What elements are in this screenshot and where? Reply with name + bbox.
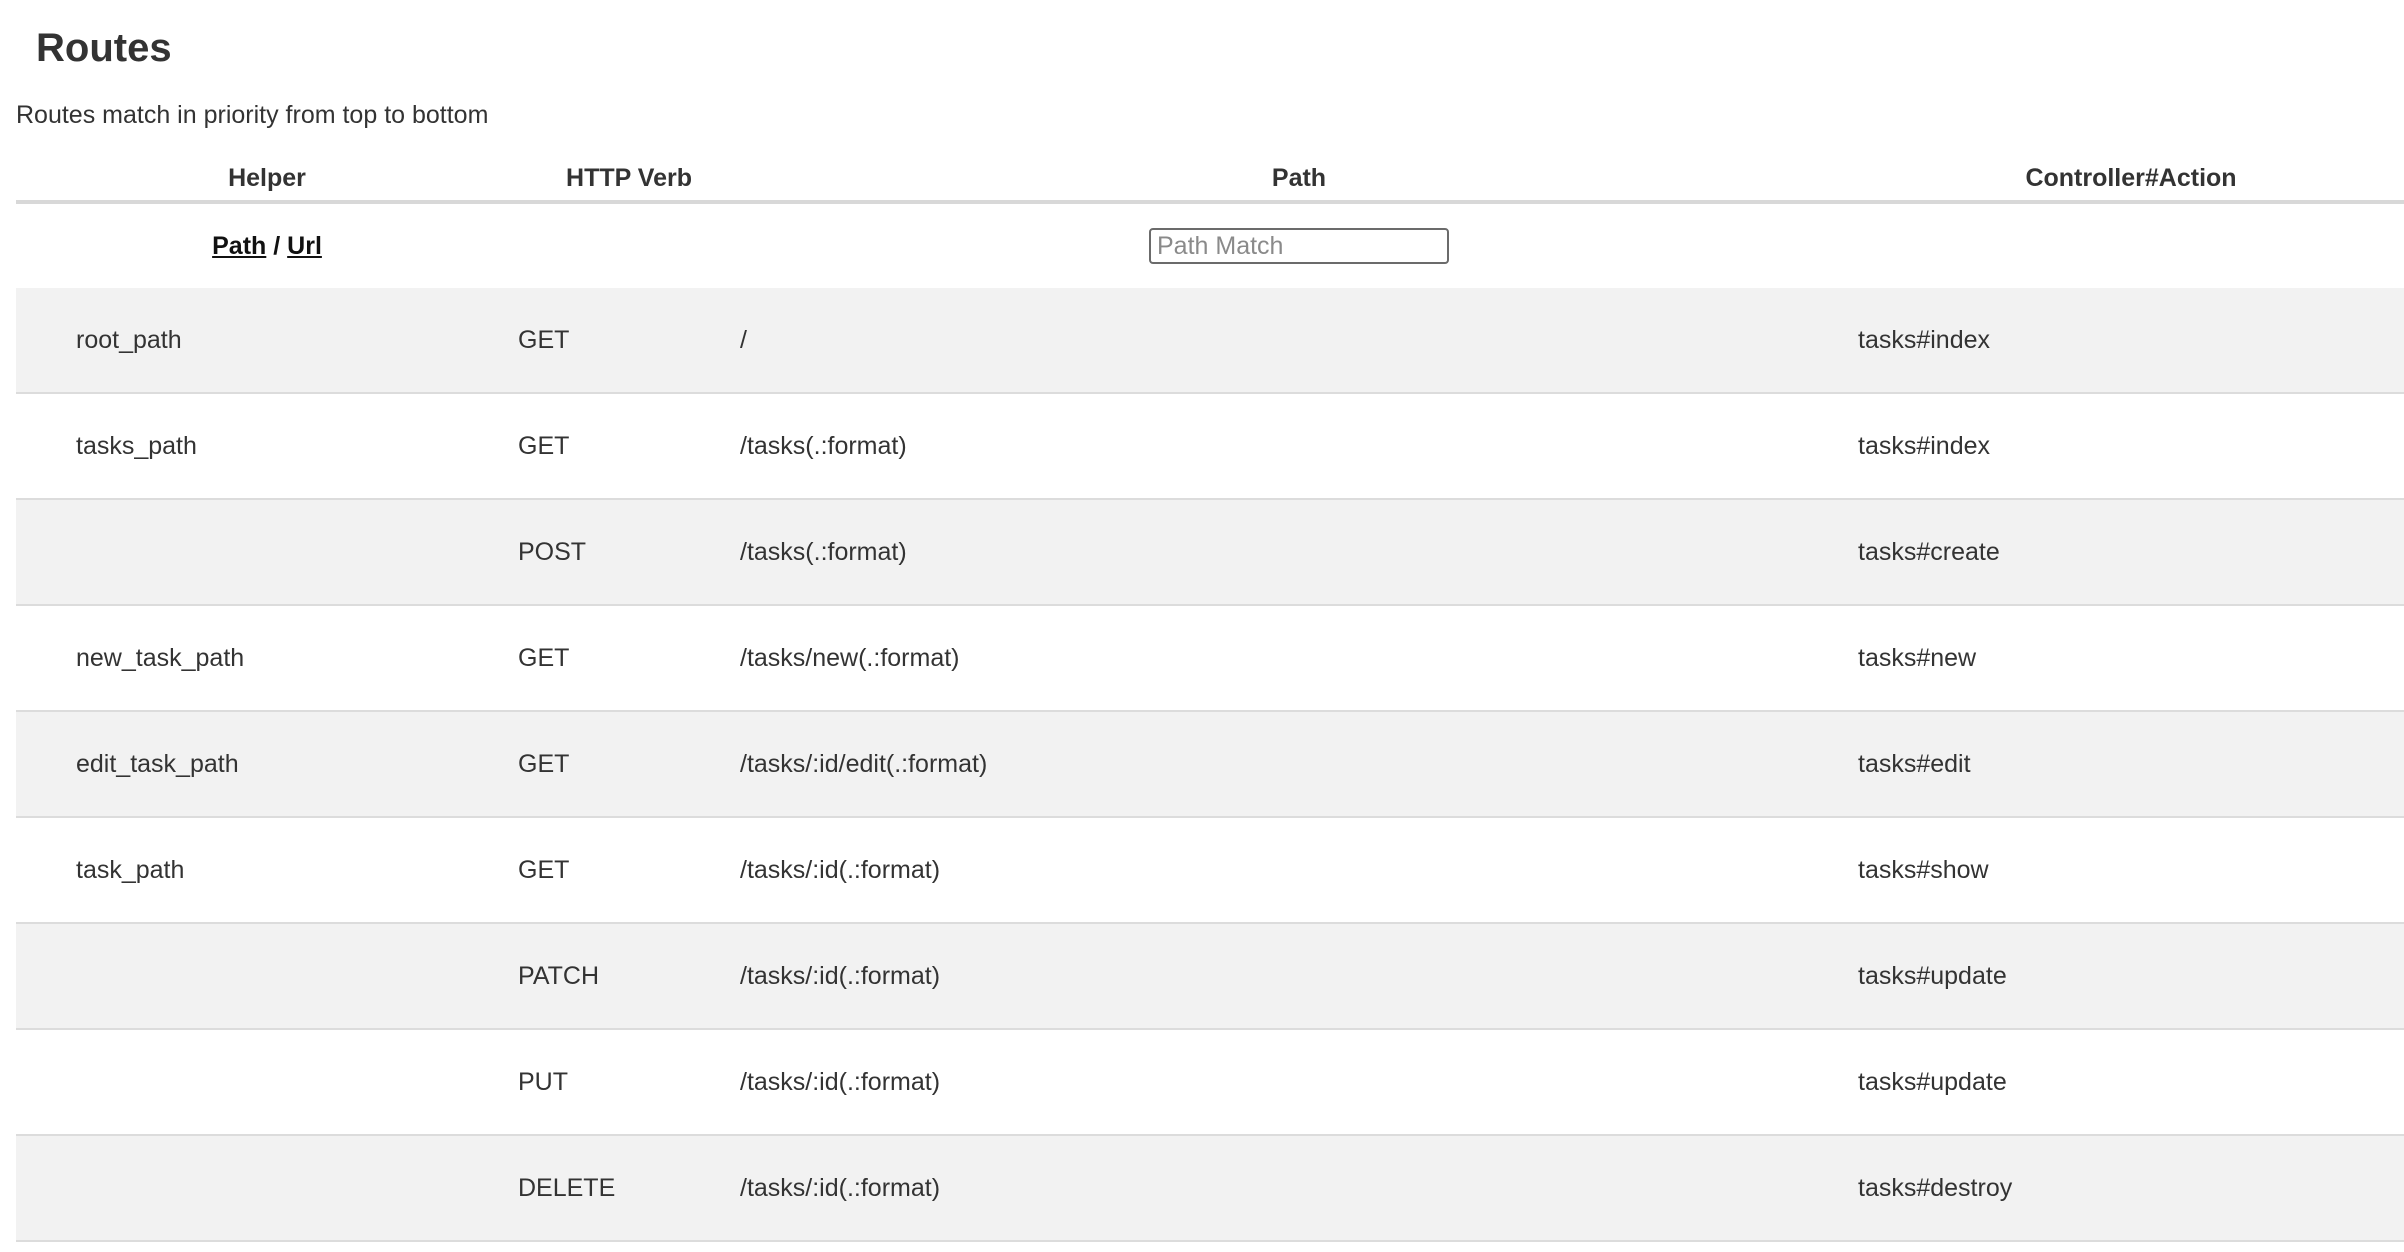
route-http-verb: GET <box>518 325 570 354</box>
route-controller-action-cell: tasks#update <box>1858 1029 2404 1136</box>
route-helper-cell <box>16 499 518 606</box>
route-row: DELETE/tasks/:id(.:format) tasks#destroy <box>16 1135 2404 1242</box>
route-row: tasks_path GET/tasks(.:format) tasks#index <box>16 393 2404 500</box>
route-path: /tasks/:id(.:format) <box>740 961 941 990</box>
route-controller-action-cell: tasks#create <box>1858 499 2404 606</box>
route-helper-cell: root_path <box>16 288 518 394</box>
route-helper-cell: task_path <box>16 817 518 924</box>
verb-filter-cell <box>518 202 740 288</box>
header-helper: Helper <box>16 156 518 204</box>
route-path-cell: /tasks(.:format) <box>740 393 1858 500</box>
route-http-verb-cell: PUT <box>518 1029 740 1136</box>
route-row: root_path GET / tasks#index <box>16 288 2404 394</box>
route-http-verb: PATCH <box>518 961 600 990</box>
route-helper: new_task_path <box>76 643 245 672</box>
route-row: PUT/tasks/:id(.:format) tasks#update <box>16 1029 2404 1136</box>
route-http-verb: GET <box>518 855 570 884</box>
routes-table-head: Helper HTTP Verb Path Controller#Action … <box>16 156 2404 288</box>
route-row: PATCH/tasks/:id(.:format) tasks#update <box>16 923 2404 1030</box>
route-http-verb-cell: GET <box>518 711 740 818</box>
route-http-verb-cell: GET <box>518 288 740 394</box>
route-helper-cell: new_task_path <box>16 605 518 712</box>
header-path: Path <box>740 156 1858 204</box>
route-controller-action: tasks#edit <box>1858 749 1971 778</box>
route-helper-cell <box>16 1135 518 1242</box>
route-path: /tasks/:id/edit(.:format) <box>740 749 988 778</box>
routes-table-body: root_path GET / tasks#index tasks_path GET/ta… <box>16 288 2404 1242</box>
filter-row: Path / Url <box>16 202 2404 288</box>
route-http-verb-cell: POST <box>518 499 740 606</box>
header-controller-action: Controller#Action <box>1858 156 2404 204</box>
route-controller-action: tasks#destroy <box>1858 1173 2013 1202</box>
route-controller-action-cell: tasks#show <box>1858 817 2404 924</box>
route-controller-action-cell: tasks#index <box>1858 393 2404 500</box>
route-http-verb-cell: GET <box>518 605 740 712</box>
route-controller-action: tasks#new <box>1858 643 1977 672</box>
page-title: Routes <box>36 26 172 70</box>
header-row: Helper HTTP Verb Path Controller#Action <box>16 156 2404 204</box>
route-http-verb: GET <box>518 749 570 778</box>
route-helper-cell: tasks_path <box>16 393 518 500</box>
route-path: /tasks/:id(.:format) <box>740 855 941 884</box>
route-controller-action-cell: tasks#destroy <box>1858 1135 2404 1242</box>
route-path: /tasks(.:format) <box>740 537 907 566</box>
route-http-verb-cell: GET <box>518 817 740 924</box>
route-http-verb: GET <box>518 431 570 460</box>
route-row: new_task_path GET/tasks/new(.:format) task… <box>16 605 2404 712</box>
route-path: /tasks/new(.:format) <box>740 643 960 672</box>
route-path-cell: /tasks/:id(.:format) <box>740 817 1858 924</box>
route-helper: tasks_path <box>76 431 197 460</box>
route-row: edit_task_path GET/tasks/:id/edit(.:forma… <box>16 711 2404 818</box>
url-link[interactable]: Url <box>287 232 322 260</box>
route-helper-cell <box>16 1029 518 1136</box>
route-controller-action-cell: tasks#index <box>1858 288 2404 394</box>
route-http-verb: PUT <box>518 1067 568 1096</box>
route-controller-action-cell: tasks#update <box>1858 923 2404 1030</box>
route-helper: edit_task_path <box>76 749 239 778</box>
route-http-verb: GET <box>518 643 570 672</box>
route-path-cell: /tasks/:id(.:format) <box>740 1135 1858 1242</box>
route-path-cell: /tasks/:id(.:format) <box>740 1029 1858 1136</box>
route-path-cell: /tasks/:id/edit(.:format) <box>740 711 1858 818</box>
route-helper-cell: edit_task_path <box>16 711 518 818</box>
route-http-verb-cell: GET <box>518 393 740 500</box>
route-path: / <box>740 325 747 354</box>
route-path-cell: / <box>740 288 1858 394</box>
route-controller-action: tasks#index <box>1858 325 1991 354</box>
route-controller-action-cell: tasks#new <box>1858 605 2404 712</box>
route-path-cell: /tasks/new(.:format) <box>740 605 1858 712</box>
path-match-search-input[interactable] <box>1149 228 1449 264</box>
path-url-separator: / <box>273 231 281 260</box>
route-controller-action: tasks#create <box>1858 537 2000 566</box>
route-controller-action: tasks#show <box>1858 855 1989 884</box>
route-path: /tasks/:id(.:format) <box>740 1173 941 1202</box>
routes-table: Helper HTTP Verb Path Controller#Action … <box>16 156 2404 1242</box>
page-subtitle: Routes match in priority from top to bot… <box>16 101 489 129</box>
route-path: /tasks(.:format) <box>740 431 907 460</box>
route-path: /tasks/:id(.:format) <box>740 1067 941 1096</box>
route-controller-action: tasks#update <box>1858 961 2007 990</box>
route-http-verb-cell: PATCH <box>518 923 740 1030</box>
route-path-cell: /tasks/:id(.:format) <box>740 923 1858 1030</box>
path-url-toggle: Path / Url <box>16 202 518 288</box>
route-helper-cell <box>16 923 518 1030</box>
route-controller-action: tasks#index <box>1858 431 1991 460</box>
route-controller-action-cell: tasks#edit <box>1858 711 2404 818</box>
route-http-verb: DELETE <box>518 1173 616 1202</box>
action-filter-cell <box>1858 202 2404 288</box>
route-row: task_path GET/tasks/:id(.:format) tasks#sh… <box>16 817 2404 924</box>
route-helper: task_path <box>76 855 185 884</box>
route-controller-action: tasks#update <box>1858 1067 2007 1096</box>
route-http-verb-cell: DELETE <box>518 1135 740 1242</box>
route-path-cell: /tasks(.:format) <box>740 499 1858 606</box>
header-http-verb: HTTP Verb <box>518 156 740 204</box>
path-filter-cell <box>740 202 1858 288</box>
route-row: POST/tasks(.:format) tasks#create <box>16 499 2404 606</box>
path-url-links: Path / Url <box>212 232 322 260</box>
path-link[interactable]: Path <box>212 232 266 260</box>
route-helper: root_path <box>76 325 182 354</box>
route-http-verb: POST <box>518 537 587 566</box>
routes-page: Routes Routes match in priority from top… <box>0 0 2404 1252</box>
